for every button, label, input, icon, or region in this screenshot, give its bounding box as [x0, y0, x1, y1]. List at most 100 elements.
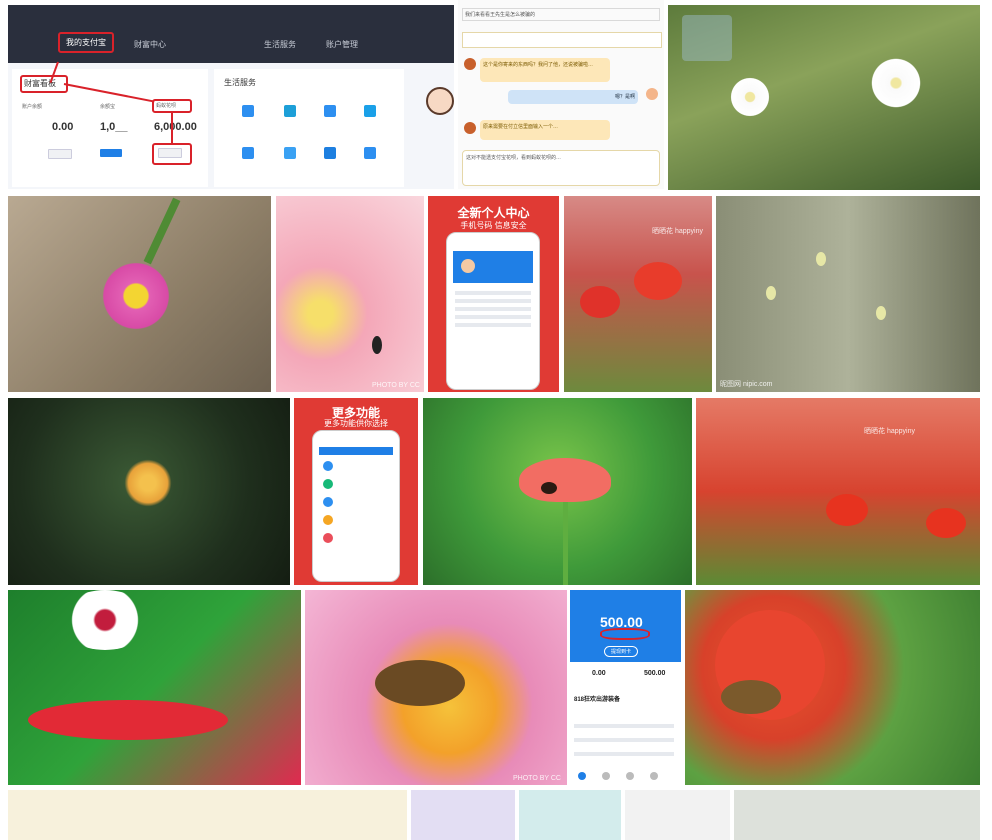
bee: [375, 660, 465, 706]
transfer-in-button[interactable]: [100, 149, 122, 157]
promo-headline: 全新个人中心: [457, 206, 530, 220]
service-icon-8[interactable]: [364, 147, 376, 159]
nav-my-alipay: 我的支付宝: [58, 32, 114, 53]
yellow-flower-cluster: [118, 458, 178, 508]
red-flower-2: [634, 262, 682, 300]
tile-photo-pink-petal-ant[interactable]: PHOTO BY CC: [276, 196, 424, 392]
photo-watermark: 昵图网 nipic.com: [720, 381, 773, 388]
tab-koubei-icon[interactable]: [626, 772, 634, 780]
promo-subtitle: 手机号码 信息安全: [460, 221, 527, 230]
white-flower-1: [728, 75, 772, 119]
placeholder-tile[interactable]: [734, 790, 980, 840]
tile-photo-white-flowers[interactable]: [668, 5, 980, 190]
photo-watermark: PHOTO BY CC: [513, 775, 561, 782]
tile-chat-screenshot[interactable]: 我们来看看王先生是怎么被骗的 这个是你寄来的东西吗？我问了他，还说被骗啦… 嗯？…: [458, 0, 664, 189]
placeholder-tile[interactable]: [519, 790, 621, 840]
chat-bubble-2: 嗯？是啊: [508, 90, 638, 104]
mobile-row: [574, 738, 674, 742]
life-services-title: 生活服务: [224, 78, 256, 87]
amount-highlight: [600, 628, 650, 640]
phone-row: [455, 315, 531, 319]
phone-row: [455, 291, 531, 295]
photo-watermark: PHOTO BY CC: [372, 382, 420, 389]
chat-text-block: [462, 32, 662, 48]
ant: [372, 336, 382, 354]
yuebao-label: 余额宝: [100, 104, 116, 110]
nav-account: 账户管理: [326, 40, 358, 49]
tile-photo-bee-pink-flower[interactable]: PHOTO BY CC: [305, 590, 567, 785]
feature-icon: [323, 515, 333, 525]
mobile-right-value: 500.00: [644, 670, 666, 677]
service-icon-3[interactable]: [324, 105, 336, 117]
phone-avatar: [461, 259, 475, 273]
bud: [766, 286, 776, 300]
chat-footer-note: 这对不能透支付宝花呗，看到蚂蚁花呗的…: [462, 150, 660, 186]
tile-photo-coral-flower-ant[interactable]: [423, 398, 692, 585]
service-icon-2[interactable]: [284, 105, 296, 117]
feature-icon: [323, 479, 333, 489]
tile-promo-personal-center[interactable]: 全新个人中心 手机号码 信息安全: [428, 196, 559, 392]
cartoon-avatar: [426, 87, 454, 115]
tab-me-icon[interactable]: [650, 772, 658, 780]
yuebao-value: 1,0__: [100, 121, 128, 133]
red-flower: [826, 494, 868, 526]
red-flower-1: [580, 286, 620, 318]
promo-subtitle: 更多功能供你选择: [324, 419, 388, 428]
mobile-row: [574, 724, 674, 728]
tile-photo-bee-red-flower[interactable]: [685, 590, 980, 785]
tile-alipay-mobile-screenshot[interactable]: 500.00 提现到卡 0.00 500.00 818狂欢出游装备: [570, 590, 681, 785]
open-huabei-button[interactable]: [158, 148, 182, 158]
service-icon-1[interactable]: [242, 105, 254, 117]
balance-label: 账户余额: [22, 104, 43, 110]
bud: [816, 252, 826, 266]
tile-photo-red-flowers-ant[interactable]: [8, 590, 301, 785]
white-flower-2: [868, 55, 924, 111]
ant: [541, 482, 557, 494]
tab-home-icon[interactable]: [578, 772, 586, 780]
placeholder-tile[interactable]: [625, 790, 730, 840]
pink-daisy: [98, 258, 174, 334]
balance-value: 0.00: [52, 121, 74, 133]
phone-mockup: [446, 232, 540, 390]
feature-icon: [323, 461, 333, 471]
phone-row: [455, 299, 531, 303]
arrow-3: [171, 112, 173, 144]
tile-photo-yellow-flowers-dark[interactable]: [8, 398, 290, 585]
tile-alipay-pc-screenshot[interactable]: 我的支付宝 财富中心 生活服务 账户管理 财富看板 生活服务 账户余额 余额宝 …: [8, 5, 454, 189]
tile-photo-green-buds[interactable]: 昵图网 nipic.com: [716, 196, 980, 392]
red-flower: [926, 508, 966, 538]
huabei-value: 6,000.00: [154, 121, 197, 133]
white-flower: [60, 590, 150, 650]
phone-header: [319, 447, 393, 455]
red-buds: [28, 700, 228, 740]
phone-row: [455, 323, 531, 327]
photo-watermark: 晒晒花 happyiny: [864, 428, 915, 435]
phone-row: [455, 307, 531, 311]
withdraw-button[interactable]: 提现到卡: [604, 646, 639, 657]
placeholder-tile[interactable]: [8, 790, 407, 840]
recharge-button[interactable]: [48, 149, 72, 159]
coral-flower: [519, 458, 611, 502]
tile-photo-red-portulaca[interactable]: 晒晒花 happyiny: [564, 196, 712, 392]
service-icon-4[interactable]: [364, 105, 376, 117]
bud: [876, 306, 886, 320]
green-stem: [563, 502, 568, 585]
nav-life: 生活服务: [264, 40, 296, 49]
user-avatar-3: [464, 122, 476, 134]
chat-intro: 我们来看看王先生是怎么被骗的: [462, 8, 660, 21]
placeholder-tile[interactable]: [411, 790, 515, 840]
tile-promo-more-features[interactable]: 更多功能 更多功能供你选择: [294, 398, 418, 585]
tile-photo-red-portulaca-field[interactable]: 晒晒花 happyiny: [696, 398, 980, 585]
service-icon-5[interactable]: [242, 147, 254, 159]
service-icon-6[interactable]: [284, 147, 296, 159]
tile-photo-pink-daisy[interactable]: [8, 196, 271, 392]
nav-wealth: 财富中心: [134, 40, 166, 49]
huabei-label: 蚂蚁花呗: [156, 103, 177, 109]
phone-mockup: [312, 430, 400, 582]
user-avatar-2: [646, 88, 658, 100]
logo-watermark: [682, 15, 732, 61]
tab-wealth-icon[interactable]: [602, 772, 610, 780]
mobile-left-value: 0.00: [592, 670, 606, 677]
service-icon-7[interactable]: [324, 147, 336, 159]
mobile-row: [574, 752, 674, 756]
